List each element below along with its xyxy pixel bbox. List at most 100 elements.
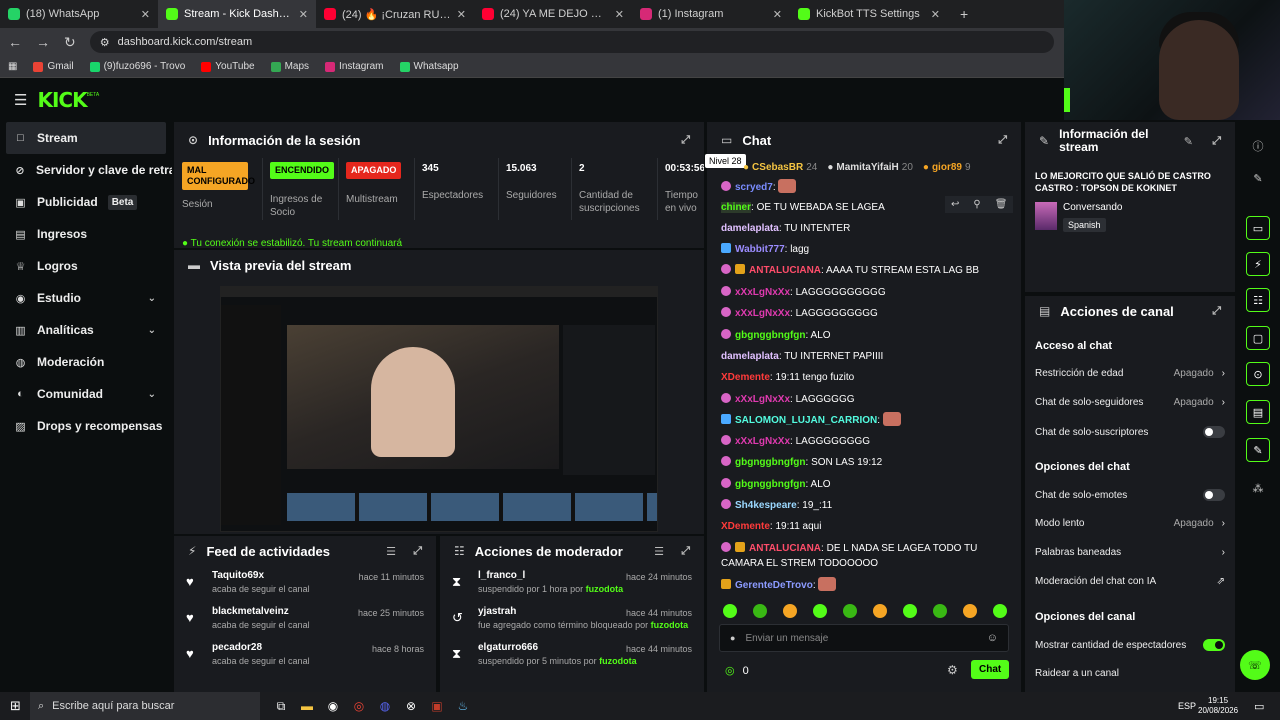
chat-username[interactable]: XDemente <box>721 372 770 383</box>
emote-icon[interactable] <box>963 604 977 618</box>
bookmark[interactable]: Instagram <box>325 61 384 72</box>
tab-close-icon[interactable]: ✕ <box>299 8 308 21</box>
chat-username[interactable]: scryed7 <box>735 182 773 193</box>
chat-input[interactable]: ● Enviar un mensaje ☺ <box>719 624 1009 652</box>
bookmark[interactable]: Maps <box>270 61 309 72</box>
chat-message[interactable]: XDemente: 19:11 tengo fuzito <box>721 370 1011 385</box>
url-field[interactable]: ⚙ dashboard.kick.com/stream <box>89 31 1054 53</box>
chat-username[interactable]: ANTALUCIANA <box>749 543 821 554</box>
chrome-icon[interactable]: ◎ <box>346 692 372 720</box>
back-icon[interactable]: ← <box>8 34 22 50</box>
windows-start-icon[interactable]: ⊞ <box>10 698 21 714</box>
activity-user[interactable]: blackmetalveinz <box>212 606 310 617</box>
rail-bolt-icon[interactable]: ⚡ <box>1246 252 1270 276</box>
menu-icon[interactable]: ☰ <box>14 91 27 109</box>
setting-control[interactable]: ⇗ <box>1217 576 1225 587</box>
bookmark[interactable]: (9)fuzo696 - Trovo <box>89 61 185 72</box>
setting-control[interactable]: › <box>1222 547 1225 558</box>
bookmark[interactable]: YouTube <box>201 61 255 72</box>
sidebar-item[interactable]: ♕ Logros <box>0 250 172 282</box>
sidebar-item[interactable]: ◐ Comunidad ⌄ <box>0 378 172 410</box>
expand-icon[interactable]: ⤢ <box>681 134 690 147</box>
chat-send-button[interactable]: Chat <box>971 660 1010 679</box>
browser-tab[interactable]: (24) YA ME DEJO MI ABUELA - K ✕ <box>474 0 632 28</box>
chat-username[interactable]: gbgnggbngfgn <box>735 479 806 490</box>
chat-message[interactable]: damelaplata: TU INTENTER <box>721 221 1011 236</box>
sidebar-item[interactable]: □ Stream <box>6 122 166 154</box>
setting-control[interactable] <box>1203 426 1225 438</box>
kick-logo[interactable]: KICK <box>37 88 87 112</box>
emote-icon[interactable] <box>723 604 737 618</box>
chevron-right-icon[interactable]: › <box>1222 518 1225 529</box>
channel-setting-row[interactable]: Mostrar cantidad de espectadores <box>1035 639 1225 651</box>
chevron-right-icon[interactable]: › <box>1222 547 1225 558</box>
channel-setting-row[interactable]: Modo lento Apagado › <box>1035 518 1225 529</box>
tab-close-icon[interactable]: ✕ <box>773 8 782 21</box>
channel-points[interactable]: ◎ 0 <box>725 664 749 678</box>
dota2-icon[interactable]: ▣ <box>424 692 450 720</box>
browser-tab[interactable]: KickBot TTS Settings ✕ <box>790 0 948 28</box>
sidebar-item[interactable]: ▥ Analíticas ⌄ <box>0 314 172 346</box>
sidebar-item[interactable]: ▤ Ingresos <box>0 218 172 250</box>
top-chatter[interactable]: ● gior89 9 <box>923 162 971 173</box>
rail-chat-icon[interactable]: ▭ <box>1246 216 1270 240</box>
chat-message[interactable]: gbgnggbngfgn: ALO <box>721 477 1011 492</box>
toggle-switch[interactable] <box>1203 489 1225 501</box>
chat-settings-icon[interactable]: ⚙ <box>947 663 958 677</box>
category-thumbnail[interactable] <box>1035 202 1057 230</box>
apps-icon[interactable]: ▦ <box>8 61 17 72</box>
chat-username[interactable]: gbgnggbngfgn <box>735 457 806 468</box>
emote-icon[interactable] <box>993 604 1007 618</box>
new-tab-icon[interactable]: + <box>960 6 968 22</box>
channel-setting-row[interactable]: Restricción de edad Apagado › <box>1035 368 1225 379</box>
chat-username[interactable]: XDemente <box>721 521 770 532</box>
rail-wrench-icon[interactable]: ✎ <box>1246 438 1270 462</box>
filter-icon[interactable]: ☰ <box>654 545 664 558</box>
mod-action-user[interactable]: l_franco_l <box>478 570 623 581</box>
reply-icon[interactable]: ↩ <box>951 199 959 210</box>
setting-control[interactable]: Apagado › <box>1174 397 1225 408</box>
reload-icon[interactable]: ↻ <box>64 34 76 51</box>
expand-icon[interactable]: ⤢ <box>1212 135 1221 148</box>
tray-clock[interactable]: 19:15 20/08/2026 <box>1198 696 1238 716</box>
sidebar-item[interactable]: ◉ Estudio ⌄ <box>0 282 172 314</box>
mod-action-user[interactable]: elgaturro666 <box>478 642 637 653</box>
chat-username[interactable]: xXxLgNxXx <box>735 308 790 319</box>
chat-message[interactable]: xXxLgNxXx: LAGGGGGG <box>721 392 1011 407</box>
mod-action-by[interactable]: fuzodota <box>586 584 624 594</box>
chat-username[interactable]: GerenteDeTrovo <box>735 580 813 591</box>
delete-icon[interactable]: 🗑 <box>995 199 1008 210</box>
sidebar-item[interactable]: ⊘ Servidor y clave de retran <box>0 154 172 186</box>
chevron-down-icon[interactable]: ⌄ <box>148 389 156 400</box>
bookmark[interactable]: Gmail <box>33 61 74 72</box>
channel-setting-row[interactable]: Chat de solo-seguidores Apagado › <box>1035 397 1225 408</box>
rail-message-icon[interactable]: ▢ <box>1246 326 1270 350</box>
dota-icon[interactable]: ⊗ <box>398 692 424 720</box>
chat-message[interactable]: scryed7: <box>721 179 1011 195</box>
chat-message[interactable]: SALOMON_LUJAN_CARRION: <box>721 412 1011 428</box>
chat-message[interactable]: GerenteDeTrovo: <box>721 577 1011 593</box>
sidebar-item[interactable]: ◍ Moderación <box>0 346 172 378</box>
browser-tab[interactable]: (1) Instagram ✕ <box>632 0 790 28</box>
category-name[interactable]: Conversando <box>1063 202 1122 213</box>
chat-username[interactable]: damelaplata <box>721 351 779 362</box>
chat-message[interactable]: XDemente: 19:11 aqui <box>721 519 1011 534</box>
channel-setting-row[interactable]: Moderación del chat con IA ⇗ <box>1035 576 1225 587</box>
chat-username[interactable]: SALOMON_LUJAN_CARRION <box>735 415 877 426</box>
tray-lang[interactable]: ESP <box>1178 701 1196 711</box>
top-chatter[interactable]: ● CSebasBR 24 <box>743 162 817 173</box>
setting-control[interactable]: Apagado › <box>1174 518 1225 529</box>
channel-setting-row[interactable]: Chat de solo-suscriptores <box>1035 426 1225 438</box>
chat-username[interactable]: xXxLgNxXx <box>735 394 790 405</box>
setting-control[interactable] <box>1203 639 1225 651</box>
tab-close-icon[interactable]: ✕ <box>931 8 940 21</box>
chat-username[interactable]: damelaplata <box>721 223 779 234</box>
tab-close-icon[interactable]: ✕ <box>615 8 624 21</box>
chat-username[interactable]: Sh4kespeare <box>735 500 797 511</box>
bookmark[interactable]: Whatsapp <box>399 61 459 72</box>
sidebar-item[interactable]: ▨ Drops y recompensas <box>0 410 172 442</box>
emote-icon[interactable] <box>753 604 767 618</box>
chat-username[interactable]: xXxLgNxXx <box>735 287 790 298</box>
mod-action-by[interactable]: fuzodota <box>651 620 689 630</box>
pin-icon[interactable]: ⚲ <box>973 199 980 210</box>
